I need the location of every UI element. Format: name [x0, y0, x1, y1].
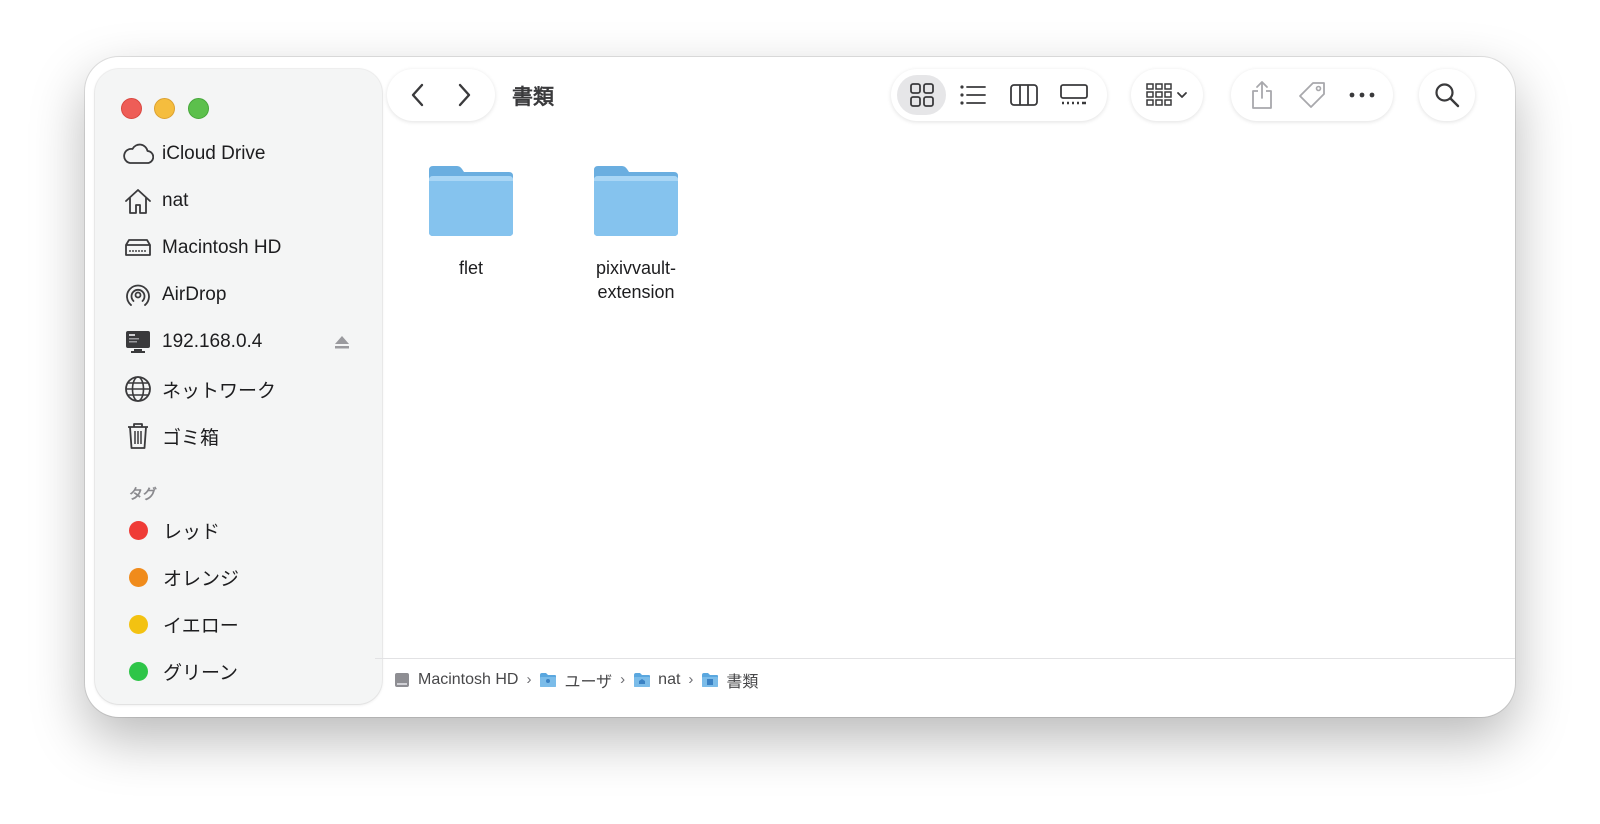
column-view-button[interactable] [1000, 75, 1048, 115]
sidebar-item-macintosh-hd[interactable]: Macintosh HD [107, 228, 369, 268]
tags-section-header: タグ [129, 486, 157, 502]
path-crumb-users[interactable]: ユーザ [539, 668, 612, 692]
airdrop-icon [121, 278, 155, 312]
minimize-button[interactable] [154, 98, 175, 119]
folder-icon [594, 166, 678, 236]
sidebar-item-label: ゴミ箱 [162, 427, 220, 449]
chevron-right-icon: › [526, 671, 532, 688]
folder-icon [540, 672, 557, 687]
sidebar-item-label: ネットワーク [162, 380, 277, 402]
path-crumb-documents[interactable]: 書類 [701, 668, 758, 692]
path-crumb-macintosh-hd[interactable]: Macintosh HD [393, 671, 518, 689]
forward-button[interactable] [446, 77, 482, 113]
group-by-button[interactable] [1131, 69, 1203, 121]
cloud-icon [121, 137, 155, 171]
path-crumb-label: Macintosh HD [418, 670, 519, 688]
search-button[interactable] [1419, 69, 1475, 121]
path-crumb-label: ユーザ [564, 673, 613, 691]
trash-icon [121, 419, 155, 453]
sidebar-item-icloud-drive[interactable]: iCloud Drive [107, 134, 369, 174]
sidebar-item-label: 192.168.0.4 [162, 331, 263, 352]
group-grid-icon [1146, 83, 1187, 106]
sidebar-item-label: イエロー [163, 615, 239, 637]
server-icon [121, 325, 155, 359]
list-icon [960, 85, 987, 105]
file-name: flet [458, 258, 483, 278]
sidebar: iCloud Drive nat Macintosh HD AirDrop 19 [95, 69, 382, 704]
path-crumb-label: nat [658, 670, 681, 688]
hard-drive-icon [121, 231, 155, 265]
folder-icon [429, 166, 513, 236]
sidebar-tag-yellow[interactable]: イエロー [107, 604, 369, 644]
sidebar-tag-orange[interactable]: オレンジ [107, 557, 369, 597]
more-button[interactable] [1340, 75, 1384, 115]
sidebar-item-label: Macintosh HD [162, 237, 282, 258]
orange-tag-dot-icon [129, 567, 148, 587]
sidebar-item-label: オレンジ [163, 568, 240, 590]
sidebar-item-network[interactable]: ネットワーク [107, 369, 369, 409]
sidebar-item-home[interactable]: nat [107, 181, 369, 221]
zoom-button[interactable] [188, 98, 209, 119]
green-tag-dot-icon [129, 661, 148, 681]
yellow-tag-dot-icon [129, 614, 148, 634]
sidebar-tag-green[interactable]: グリーン [107, 651, 369, 691]
folder-icon [634, 672, 651, 687]
finder-window: iCloud Drive nat Macintosh HD AirDrop 19 [85, 57, 1515, 717]
gallery-view-button[interactable] [1050, 75, 1098, 115]
path-bar: Macintosh HD › ユーザ › nat › 書類 [375, 658, 1515, 700]
path-crumb-label: 書類 [726, 673, 759, 691]
icon-view-button[interactable] [897, 75, 947, 115]
sidebar-item-label: iCloud Drive [162, 143, 266, 164]
sidebar-item-airdrop[interactable]: AirDrop [107, 275, 369, 315]
list-view-button[interactable] [949, 75, 997, 115]
chevron-right-icon: › [688, 671, 694, 688]
columns-icon [1009, 84, 1038, 106]
window-title: 書類 [512, 86, 554, 109]
tag-icon [1299, 82, 1325, 108]
folder-item[interactable]: flet [411, 162, 531, 280]
folder-icon [702, 672, 719, 687]
grid-icon [909, 83, 934, 107]
back-button[interactable] [400, 77, 436, 113]
search-icon [1435, 83, 1460, 108]
share-icon [1252, 81, 1272, 109]
sidebar-tag-red[interactable]: レッド [107, 510, 369, 550]
chevron-left-icon [411, 83, 424, 107]
view-mode-segmented-control [891, 69, 1107, 121]
chevron-right-icon: › [620, 671, 626, 688]
sidebar-item-label: レッド [163, 521, 221, 543]
file-name: pixivvault- extension [595, 258, 677, 302]
red-tag-dot-icon [129, 520, 148, 540]
navigation-controls [387, 69, 495, 121]
home-icon [121, 184, 155, 218]
sidebar-item-label: AirDrop [162, 284, 227, 305]
folder-item[interactable]: pixivvault- extension [576, 162, 696, 304]
sidebar-item-label: nat [162, 190, 189, 211]
disk-icon [395, 672, 409, 687]
sidebar-item-trash[interactable]: ゴミ箱 [107, 416, 369, 456]
eject-icon[interactable] [333, 333, 351, 351]
actions-group [1231, 69, 1393, 121]
share-button[interactable] [1240, 75, 1284, 115]
chevron-right-icon [458, 83, 471, 107]
path-crumb-nat[interactable]: nat [633, 671, 680, 689]
gallery-icon [1060, 84, 1089, 105]
sidebar-item-server[interactable]: 192.168.0.4 [107, 322, 369, 362]
sidebar-item-label: グリーン [163, 662, 239, 684]
tag-button[interactable] [1290, 75, 1334, 115]
globe-icon [121, 372, 155, 406]
close-button[interactable] [121, 98, 142, 119]
ellipsis-icon [1349, 92, 1375, 98]
